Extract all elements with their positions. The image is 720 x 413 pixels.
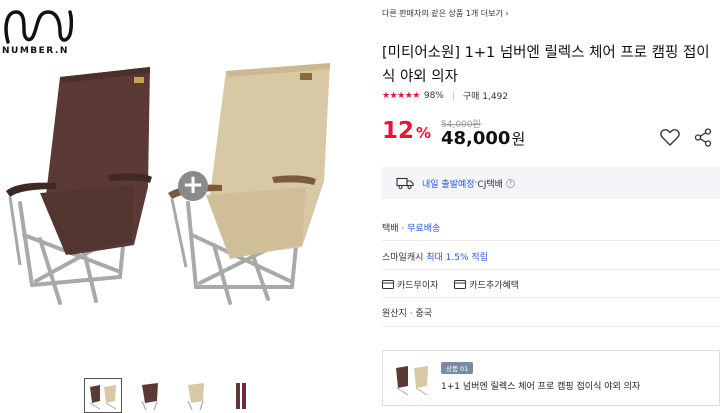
heart-icon[interactable]: [660, 128, 680, 151]
shipping-label: 택배 ·: [382, 224, 408, 234]
rating-divider: [452, 91, 454, 100]
option-thumbnail-icon: [396, 366, 428, 396]
thumbnail-brown-chair-icon: [141, 382, 158, 410]
product-info: 다른 판매자의 같은 상품 1개 더보기 › [미티어소원] 1+1 넘버엔 릴…: [382, 0, 720, 413]
other-seller-link[interactable]: 다른 판매자의 같은 상품 1개 더보기 ›: [382, 8, 509, 19]
origin-label: 원산지 ·: [382, 309, 416, 319]
product-title: [미티어소원] 1+1 넘버엔 릴렉스 체어 프로 캠핑 접이식 야외 의자: [382, 45, 710, 85]
delivery-info-box: 내일 출발예정 · CJ택배 ?: [382, 167, 720, 199]
chevron-right-icon: ›: [505, 9, 509, 18]
shipping-value: 무료배송: [407, 224, 441, 234]
card-no-interest-label[interactable]: 카드무이자: [397, 278, 438, 291]
thumbnail-folded-chair-icon: [236, 382, 246, 409]
sale-price-unit: 원: [511, 130, 526, 148]
shipping-row: 택배 · 무료배송: [382, 221, 720, 234]
points-label: 스마일캐시: [382, 253, 427, 263]
sale-price-value: 48,000: [441, 128, 511, 149]
discount-unit: %: [416, 124, 432, 142]
delivery-carrier: CJ택배: [477, 179, 503, 190]
thumbnail-2[interactable]: [130, 378, 168, 413]
thumbnail-1[interactable]: [84, 378, 122, 413]
card-no-interest[interactable]: 카드무이자: [382, 278, 438, 291]
option-name: 1+1 넘버엔 릴렉스 체어 프로 캠핑 접이식 야외 의자: [441, 382, 641, 392]
share-icon[interactable]: [694, 128, 712, 151]
discount-rate: 12%: [382, 118, 431, 144]
brand-logo-mark: [4, 10, 74, 44]
divider: [382, 326, 720, 327]
discount-value: 12: [382, 118, 415, 144]
rating-stars-icon: ★★★★★: [382, 90, 420, 101]
rating-percent[interactable]: 98%: [424, 91, 444, 101]
card-extra-benefit-label[interactable]: 카드추가혜택: [469, 278, 519, 291]
origin-row: 원산지 · 중국: [382, 306, 720, 319]
card-extra-benefit[interactable]: 카드추가혜택: [454, 278, 519, 291]
help-icon[interactable]: ?: [505, 178, 515, 188]
credit-card-icon: [382, 280, 394, 289]
points-value: 최대 1.5% 적립: [426, 253, 488, 263]
origin-value: 중국: [415, 309, 432, 319]
main-product-image[interactable]: +: [0, 55, 352, 315]
plus-icon: +: [178, 171, 208, 201]
divider: [382, 297, 720, 298]
thumbnail-beige-chair-icon: [187, 382, 204, 410]
option-badge: 상품 01: [441, 362, 474, 374]
brown-chair: [6, 67, 152, 305]
rating-row: ★★★★★ 98% 구매 1,492: [382, 89, 509, 103]
purchase-count: 구매 1,492: [462, 92, 509, 102]
card-benefits-row: 카드무이자 카드추가혜택: [382, 278, 720, 291]
sale-price: 48,000원: [441, 128, 525, 149]
thumbnail-chair-pair-icon: [89, 384, 117, 409]
product-gallery: NUMBER.N +: [0, 0, 352, 413]
other-seller-link-text[interactable]: 다른 판매자의 같은 상품 1개 더보기: [382, 9, 503, 18]
truck-icon: [396, 177, 414, 189]
divider: [382, 240, 720, 241]
credit-card-icon: [454, 280, 467, 289]
divider: [382, 269, 720, 270]
thumbnail-4[interactable]: [222, 378, 260, 413]
thumbnail-strip: [84, 378, 260, 413]
points-row: 스마일캐시 최대 1.5% 적립: [382, 250, 720, 263]
chair-pair-illustration: [6, 63, 330, 305]
brand-logo: NUMBER.N: [2, 8, 82, 56]
thumbnail-3[interactable]: [176, 378, 214, 413]
selected-option-box[interactable]: 상품 01 1+1 넘버엔 릴렉스 체어 프로 캠핑 접이식 야외 의자: [382, 350, 720, 406]
delivery-schedule: 내일 출발예정: [422, 179, 475, 190]
